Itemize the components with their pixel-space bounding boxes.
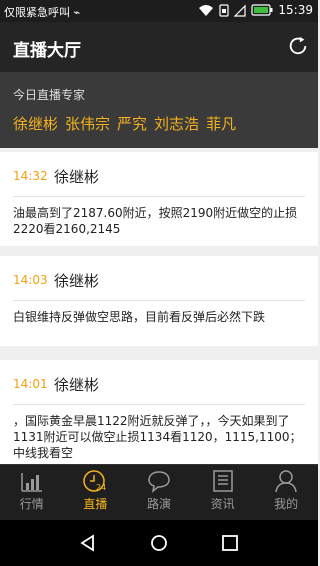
tab-label: 路演 <box>146 497 171 511</box>
post-text: ，国际黄金早晨1122附近就反弹了，，今天如果到了1131附近可以做空止损113… <box>13 414 302 460</box>
status-bar: 仅限紧急呼叫 ⌁ 15:39 <box>0 0 318 22</box>
tab-label: 行情 <box>19 497 44 511</box>
experts-label: 今日直播专家 <box>13 88 86 102</box>
experts-panel: 今日直播专家 徐继彬 张伟宗 严究 刘志浩 菲凡 <box>0 72 318 148</box>
post-time: 14:03 <box>13 273 48 287</box>
expert-name[interactable]: 严究 <box>117 115 147 133</box>
post-author: 徐继彬 <box>54 272 100 290</box>
post-time: 14:01 <box>13 377 48 391</box>
post-time: 14:32 <box>13 169 48 183</box>
tab-market[interactable]: 行情 <box>0 465 64 521</box>
feed-item[interactable]: 14:32 徐继彬 油最高到了2187.60附近，按照2190附近做空的止损22… <box>0 152 318 246</box>
battery-icon <box>251 4 273 16</box>
live-feed[interactable]: 14:32 徐继彬 油最高到了2187.60附近，按照2190附近做空的止损22… <box>0 148 318 464</box>
divider <box>13 404 305 405</box>
wifi-icon <box>199 4 214 16</box>
clock-text: 15:39 <box>278 3 313 17</box>
svg-text:24: 24 <box>96 483 106 492</box>
status-icons: 15:39 <box>198 3 313 17</box>
tab-roadshow[interactable]: 路演 <box>127 465 191 521</box>
signal-icon <box>234 4 247 17</box>
carrier-text: 仅限紧急呼叫 ⌁ <box>4 4 80 20</box>
system-nav-bar <box>0 520 318 566</box>
chat-bubble-icon <box>148 471 170 493</box>
usb-icon: ⌁ <box>73 6 81 19</box>
expert-list: 徐继彬 张伟宗 严究 刘志浩 菲凡 <box>13 113 243 134</box>
feed-item[interactable]: 14:01 徐继彬 ，国际黄金早晨1122附近就反弹了，，今天如果到了1131附… <box>0 360 318 464</box>
home-icon[interactable] <box>150 534 168 552</box>
divider <box>13 196 305 197</box>
tab-news[interactable]: 资讯 <box>191 465 255 521</box>
tab-label: 我的 <box>274 497 299 511</box>
sim-icon <box>219 3 230 17</box>
expert-name[interactable]: 张伟宗 <box>65 115 110 133</box>
app-header: 直播大厅 <box>0 22 318 72</box>
expert-name[interactable]: 刘志浩 <box>154 115 199 133</box>
market-chart-icon <box>21 473 42 492</box>
refresh-icon[interactable] <box>287 35 309 57</box>
back-icon[interactable] <box>79 534 97 552</box>
page-title: 直播大厅 <box>13 41 81 61</box>
post-author: 徐继彬 <box>54 168 100 186</box>
divider <box>13 300 305 301</box>
tab-live[interactable]: 24 直播 <box>64 465 128 521</box>
post-text: 白银维持反弹做空思路，目前看反弹后必然下跌 <box>13 310 266 324</box>
carrier-label: 仅限紧急呼叫 <box>4 6 70 19</box>
bottom-tab-bar: 行情 24 直播 路演 资讯 我的 <box>0 464 318 521</box>
tab-profile[interactable]: 我的 <box>254 465 318 521</box>
post-author: 徐继彬 <box>54 376 100 394</box>
profile-icon <box>275 470 297 493</box>
feed-item[interactable]: 14:03 徐继彬 白银维持反弹做空思路，目前看反弹后必然下跌 <box>0 256 318 346</box>
tab-label: 直播 <box>83 497 108 511</box>
post-text: 油最高到了2187.60附近，按照2190附近做空的止损2220看2160,21… <box>13 206 298 236</box>
news-icon <box>212 470 233 492</box>
live-clock-icon: 24 <box>83 470 107 492</box>
expert-name[interactable]: 徐继彬 <box>13 115 58 133</box>
recents-icon[interactable] <box>221 534 239 552</box>
tab-label: 资讯 <box>210 497 235 511</box>
expert-name[interactable]: 菲凡 <box>206 115 236 133</box>
